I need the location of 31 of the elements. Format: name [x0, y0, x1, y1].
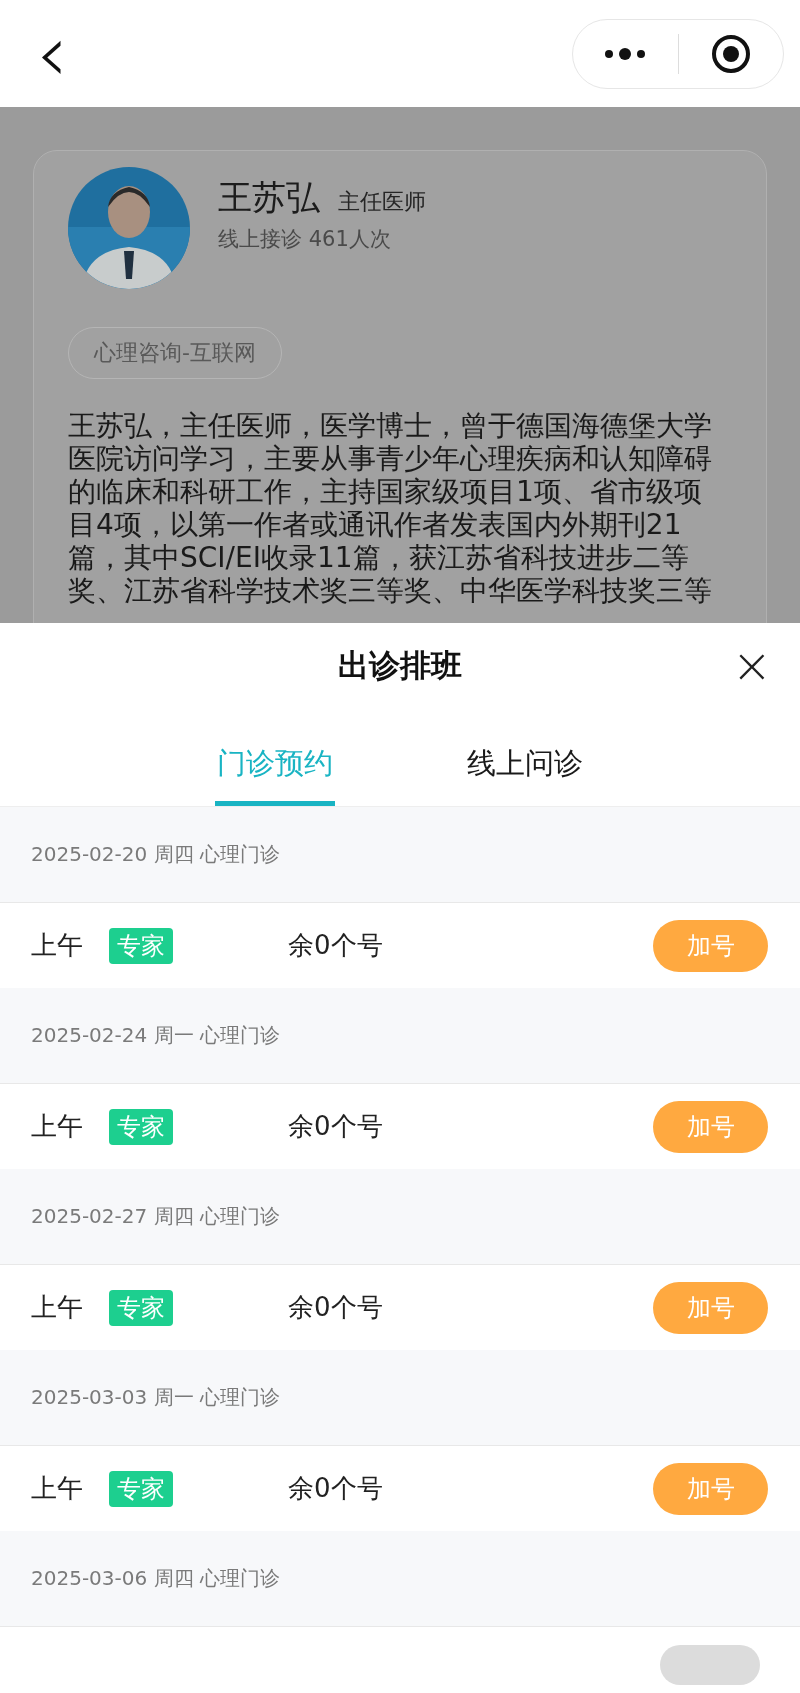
doctor-name: 王苏弘 [218, 176, 320, 219]
add-slot-button[interactable]: 加号 [653, 919, 768, 972]
schedule-date: 2025-02-27 周四 心理门诊 [31, 1203, 280, 1230]
more-icon [604, 46, 647, 61]
doctor-title: 主任医师 [338, 188, 426, 216]
remaining-count: 余0个号 [288, 1291, 384, 1324]
remaining-count: 余0个号 [288, 929, 384, 962]
add-slot-button[interactable]: 加号 [653, 1462, 768, 1515]
schedule-date: 2025-03-03 周一 心理门诊 [31, 1384, 280, 1411]
time-period: 上午 [31, 1291, 84, 1324]
doctor-bio: 王苏弘，主任医师，医学博士，曾于德国海德堡大学医院访问学习，主要从事青少年心理疾病和认知障碍的临床和科研工作，主持国家级项目1项、省市级项目4项，以第一作者或通讯作者发表国内外期刊21篇，其中SCI/EI收录11篇，获江苏省科技进步二等奖、江苏省科学技术奖三等奖、中华医学科技奖三等 [68, 409, 713, 607]
tab[interactable]: 线上问诊 [465, 709, 585, 806]
schedule-date: 2025-03-06 周四 心理门诊 [31, 1565, 280, 1592]
expert-tag: 专家 [109, 1289, 173, 1326]
remaining-count: 余0个号 [288, 1110, 384, 1143]
time-period: 上午 [31, 1110, 84, 1143]
expert-tag: 专家 [109, 927, 173, 964]
remaining-count: 余0个号 [288, 1472, 384, 1505]
sheet-title: 出诊排班 [338, 646, 462, 685]
add-slot-button[interactable]: 加号 [653, 1100, 768, 1153]
time-period: 上午 [31, 929, 84, 962]
schedule-date: 2025-02-24 周一 心理门诊 [31, 1022, 280, 1049]
consult-count: 线上接诊 461人次 [218, 226, 392, 253]
schedule-date: 2025-02-20 周四 心理门诊 [31, 841, 280, 868]
target-icon [710, 33, 751, 74]
close-button[interactable]: × [731, 641, 772, 689]
time-period: 上午 [31, 1472, 84, 1505]
add-slot-button[interactable]: 加号 [653, 1281, 768, 1334]
expert-tag: 专家 [109, 1470, 173, 1507]
expert-tag: 专家 [109, 1108, 173, 1145]
back-button[interactable]: ‹ [28, 13, 76, 94]
